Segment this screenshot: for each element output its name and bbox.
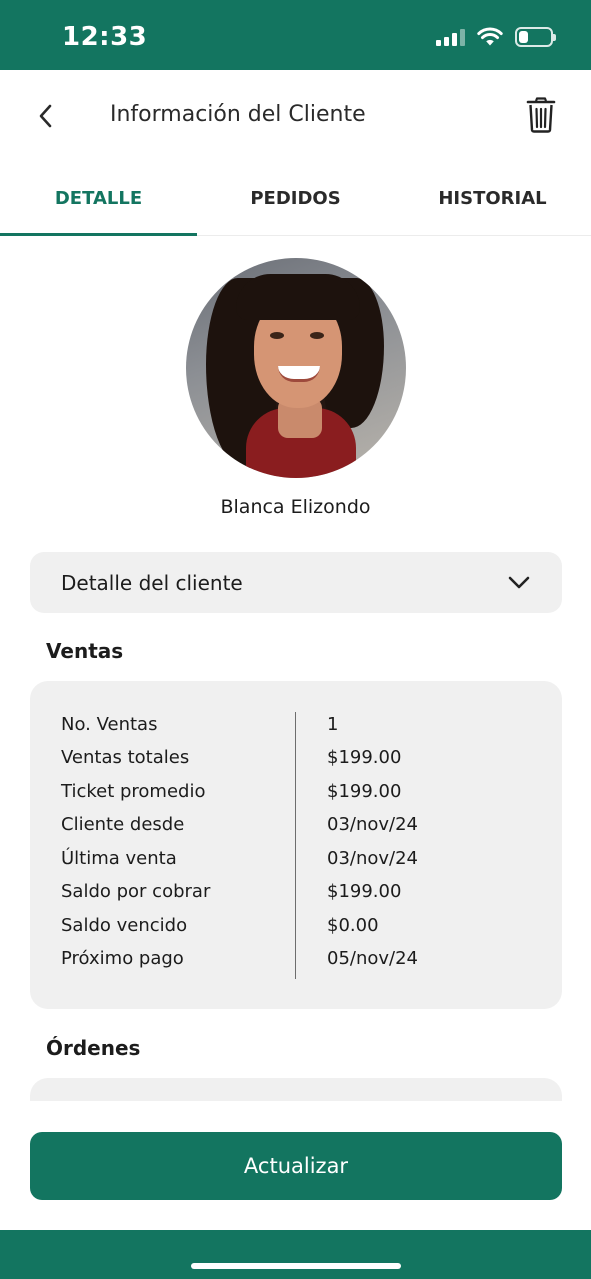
client-name: Blanca Elizondo [220, 496, 371, 518]
status-time: 12:33 [62, 22, 148, 52]
home-indicator[interactable] [191, 1263, 401, 1269]
sales-row: Cliente desde 03/nov/24 [30, 808, 562, 841]
sales-row: Próximo pago 05/nov/24 [30, 942, 562, 975]
sales-card: No. Ventas 1 Ventas totales $199.00 Ticket… [30, 681, 562, 1009]
bottom-bar [0, 1230, 591, 1279]
client-avatar [186, 258, 406, 478]
tab-bar: DETALLE PEDIDOS HISTORIAL [0, 162, 591, 236]
sales-value: $199.00 [327, 881, 402, 902]
sales-value: 03/nov/24 [327, 848, 419, 869]
sales-row: Ticket promedio $199.00 [30, 775, 562, 808]
battery-level [519, 31, 528, 43]
tab-pedidos[interactable]: PEDIDOS [197, 162, 394, 235]
scroll-edge [0, 1101, 591, 1131]
sales-row: No. Ventas 1 [30, 708, 562, 741]
accordion-label: Detalle del cliente [61, 570, 243, 595]
sales-label: Próximo pago [61, 948, 184, 969]
client-detail-accordion[interactable]: Detalle del cliente [30, 552, 562, 613]
sales-row: Saldo por cobrar $199.00 [30, 875, 562, 908]
sales-label: Ticket promedio [61, 781, 206, 802]
sales-label: Saldo por cobrar [61, 881, 211, 902]
tab-historial[interactable]: HISTORIAL [394, 162, 591, 235]
sales-label: No. Ventas [61, 714, 158, 735]
sales-value: $0.00 [327, 915, 379, 936]
sales-row: Última venta 03/nov/24 [30, 842, 562, 875]
orders-card [30, 1078, 562, 1101]
app-header: Información del Cliente [0, 70, 591, 162]
battery-icon [515, 27, 556, 47]
status-bar: 12:33 [0, 0, 591, 70]
trash-icon [526, 97, 556, 133]
page-title: Información del Cliente [110, 102, 366, 127]
sales-row: Ventas totales $199.00 [30, 741, 562, 774]
sales-value: $199.00 [327, 781, 402, 802]
sales-label: Última venta [61, 848, 177, 869]
orders-section-title: Órdenes [46, 1036, 141, 1060]
sales-section-title: Ventas [46, 639, 124, 663]
cellular-signal-icon [436, 28, 465, 46]
sales-value: 05/nov/24 [327, 948, 419, 969]
back-button[interactable] [28, 96, 64, 136]
chevron-down-icon [508, 576, 530, 588]
sales-value: 1 [327, 714, 339, 735]
sales-label: Ventas totales [61, 747, 190, 768]
delete-button[interactable] [523, 94, 559, 136]
tab-detalle[interactable]: DETALLE [0, 162, 197, 236]
update-button[interactable]: Actualizar [30, 1132, 562, 1200]
sales-row: Saldo vencido $0.00 [30, 909, 562, 942]
chevron-left-icon [39, 104, 52, 128]
sales-label: Cliente desde [61, 814, 185, 835]
sales-label: Saldo vencido [61, 915, 188, 936]
sales-value: 03/nov/24 [327, 814, 419, 835]
sales-value: $199.00 [327, 747, 402, 768]
status-icons [436, 27, 556, 47]
wifi-icon [477, 27, 503, 46]
